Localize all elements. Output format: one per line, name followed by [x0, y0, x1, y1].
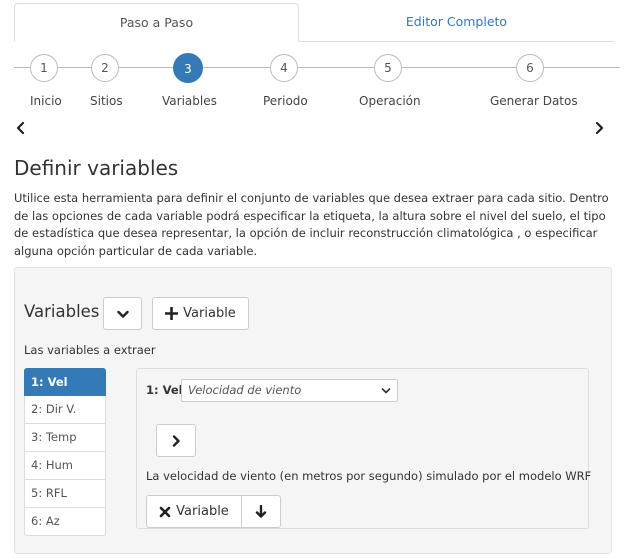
variable-description: La velocidad de viento (en metros por se… — [146, 469, 592, 483]
variable-type-value: Velocidad de viento — [188, 383, 302, 397]
plus-icon — [165, 307, 179, 320]
expand-options-button[interactable] — [156, 424, 196, 457]
chevron-right-icon — [172, 434, 180, 447]
step-5-circle[interactable]: 5 — [374, 54, 402, 82]
step-3-label[interactable]: Variables — [162, 94, 217, 108]
variables-title: Variables — [24, 302, 100, 321]
variable-id-label: 1: Vel — [146, 383, 183, 397]
page-title: Definir variables — [14, 156, 179, 180]
arrow-down-icon — [255, 504, 267, 518]
variable-list: 1: Vel 2: Dir V. 3: Temp 4: Hum 5: RFL 6… — [24, 368, 106, 536]
remove-variable-label: Variable — [176, 504, 229, 519]
variable-item-vel[interactable]: 1: Vel — [24, 368, 106, 396]
close-icon — [159, 506, 171, 517]
next-step-button[interactable] — [592, 121, 606, 138]
chevron-left-icon — [16, 121, 25, 135]
variable-item-hum[interactable]: 4: Hum — [24, 452, 106, 480]
tab-paso-a-paso[interactable]: Paso a Paso — [14, 3, 299, 42]
add-variable-button[interactable]: Variable — [152, 297, 249, 330]
prev-step-button[interactable] — [14, 121, 28, 138]
tab-bar: Paso a Paso Editor Completo — [14, 3, 614, 42]
tab-editor-completo[interactable]: Editor Completo — [299, 3, 614, 41]
step-6-label[interactable]: Generar Datos — [490, 94, 578, 108]
chevron-down-icon — [381, 388, 391, 394]
step-3-circle[interactable]: 3 — [173, 53, 203, 83]
variable-item-temp[interactable]: 3: Temp — [24, 424, 106, 452]
step-2-circle[interactable]: 2 — [91, 54, 119, 82]
variable-item-az[interactable]: 6: Az — [24, 508, 106, 536]
step-1-circle[interactable]: 1 — [30, 54, 58, 82]
step-1-label[interactable]: Inicio — [30, 94, 62, 108]
variable-type-select[interactable]: Velocidad de viento — [181, 379, 398, 402]
variables-subtitle: Las variables a extraer — [24, 343, 156, 357]
chevron-down-icon — [116, 310, 129, 318]
move-down-button[interactable] — [241, 495, 281, 528]
step-4-label[interactable]: Periodo — [263, 94, 308, 108]
section-description: Utilice esta herramienta para definir el… — [14, 191, 609, 258]
variable-item-rfl[interactable]: 5: RFL — [24, 480, 106, 508]
step-5-label[interactable]: Operación — [359, 94, 421, 108]
remove-variable-button[interactable]: Variable — [146, 495, 242, 528]
step-4-circle[interactable]: 4 — [270, 54, 298, 82]
chevron-right-icon — [595, 121, 604, 135]
step-2-label[interactable]: Sitios — [90, 94, 123, 108]
variables-dropdown-button[interactable] — [103, 297, 142, 330]
add-variable-label: Variable — [183, 306, 236, 321]
step-6-circle[interactable]: 6 — [516, 54, 544, 82]
variable-item-dir[interactable]: 2: Dir V. — [24, 396, 106, 424]
